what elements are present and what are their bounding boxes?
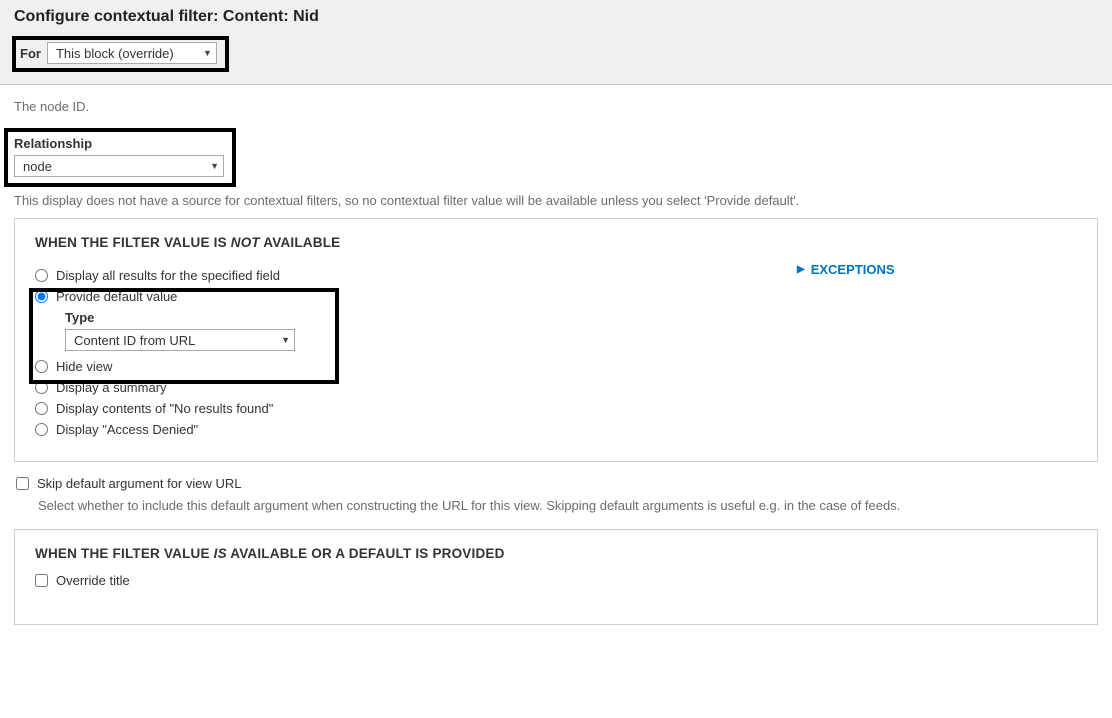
relationship-highlight-box: Relationship node ▼: [4, 128, 236, 187]
exceptions-toggle[interactable]: ▶ EXCEPTIONS: [797, 262, 1077, 277]
radio-hide-view[interactable]: Hide view: [35, 359, 777, 374]
dialog-title: Configure contextual filter: Content: Ni…: [14, 8, 1098, 26]
skip-default-checkbox[interactable]: [16, 477, 29, 490]
radio-display-all[interactable]: Display all results for the specified fi…: [35, 268, 777, 283]
relationship-select[interactable]: node ▼: [14, 155, 224, 177]
fieldset-not-available: WHEN THE FILTER VALUE IS NOT AVAILABLE D…: [14, 218, 1098, 462]
radio-input-display-all[interactable]: [35, 269, 48, 282]
type-select[interactable]: Content ID from URL ▼: [65, 329, 295, 351]
relationship-label: Relationship: [14, 136, 224, 151]
relationship-select-value: node: [23, 159, 52, 174]
radio-input-access-denied[interactable]: [35, 423, 48, 436]
chevron-down-icon: ▼: [206, 161, 219, 171]
for-label: For: [20, 46, 41, 61]
radio-provide-default[interactable]: Provide default value: [35, 289, 777, 304]
fieldset-is-legend: WHEN THE FILTER VALUE IS AVAILABLE OR A …: [35, 546, 1077, 561]
radio-input-no-results[interactable]: [35, 402, 48, 415]
override-title-row[interactable]: Override title: [35, 573, 1077, 588]
chevron-down-icon: ▼: [277, 335, 290, 345]
radio-no-results[interactable]: Display contents of "No results found": [35, 401, 777, 416]
relationship-section: Relationship node ▼: [14, 128, 1098, 187]
chevron-down-icon: ▼: [199, 48, 212, 58]
triangle-right-icon: ▶: [797, 264, 805, 275]
fieldset-not-legend: WHEN THE FILTER VALUE IS NOT AVAILABLE: [35, 235, 1077, 250]
radio-label: Provide default value: [56, 289, 177, 304]
fieldset-is-available: WHEN THE FILTER VALUE IS AVAILABLE OR A …: [14, 529, 1098, 625]
skip-default-description: Select whether to include this default a…: [38, 497, 1098, 515]
filter-description: The node ID.: [14, 99, 1098, 114]
skip-default-label: Skip default argument for view URL: [37, 476, 241, 491]
radio-input-provide-default[interactable]: [35, 290, 48, 303]
for-select[interactable]: This block (override) ▼: [47, 42, 217, 64]
for-select-value: This block (override): [56, 46, 174, 61]
dialog-body: The node ID. Relationship node ▼ This di…: [0, 85, 1112, 649]
skip-default-checkbox-row[interactable]: Skip default argument for view URL: [16, 476, 1098, 491]
contextual-note: This display does not have a source for …: [14, 193, 1098, 208]
radio-display-summary[interactable]: Display a summary: [35, 380, 777, 395]
skip-default-section: Skip default argument for view URL Selec…: [16, 476, 1098, 515]
for-highlight-box: For This block (override) ▼: [12, 36, 229, 72]
type-label: Type: [65, 310, 777, 325]
radio-input-display-summary[interactable]: [35, 381, 48, 394]
radio-label: Hide view: [56, 359, 112, 374]
dialog-header: Configure contextual filter: Content: Ni…: [0, 0, 1112, 85]
exceptions-label: EXCEPTIONS: [811, 262, 895, 277]
radio-label: Display all results for the specified fi…: [56, 268, 280, 283]
type-subsection: Type Content ID from URL ▼: [65, 310, 777, 351]
override-title-checkbox[interactable]: [35, 574, 48, 587]
type-select-value: Content ID from URL: [74, 333, 195, 348]
radio-label: Display a summary: [56, 380, 167, 395]
radio-label: Display contents of "No results found": [56, 401, 273, 416]
radio-access-denied[interactable]: Display "Access Denied": [35, 422, 777, 437]
radio-input-hide-view[interactable]: [35, 360, 48, 373]
radio-label: Display "Access Denied": [56, 422, 198, 437]
override-title-label: Override title: [56, 573, 130, 588]
